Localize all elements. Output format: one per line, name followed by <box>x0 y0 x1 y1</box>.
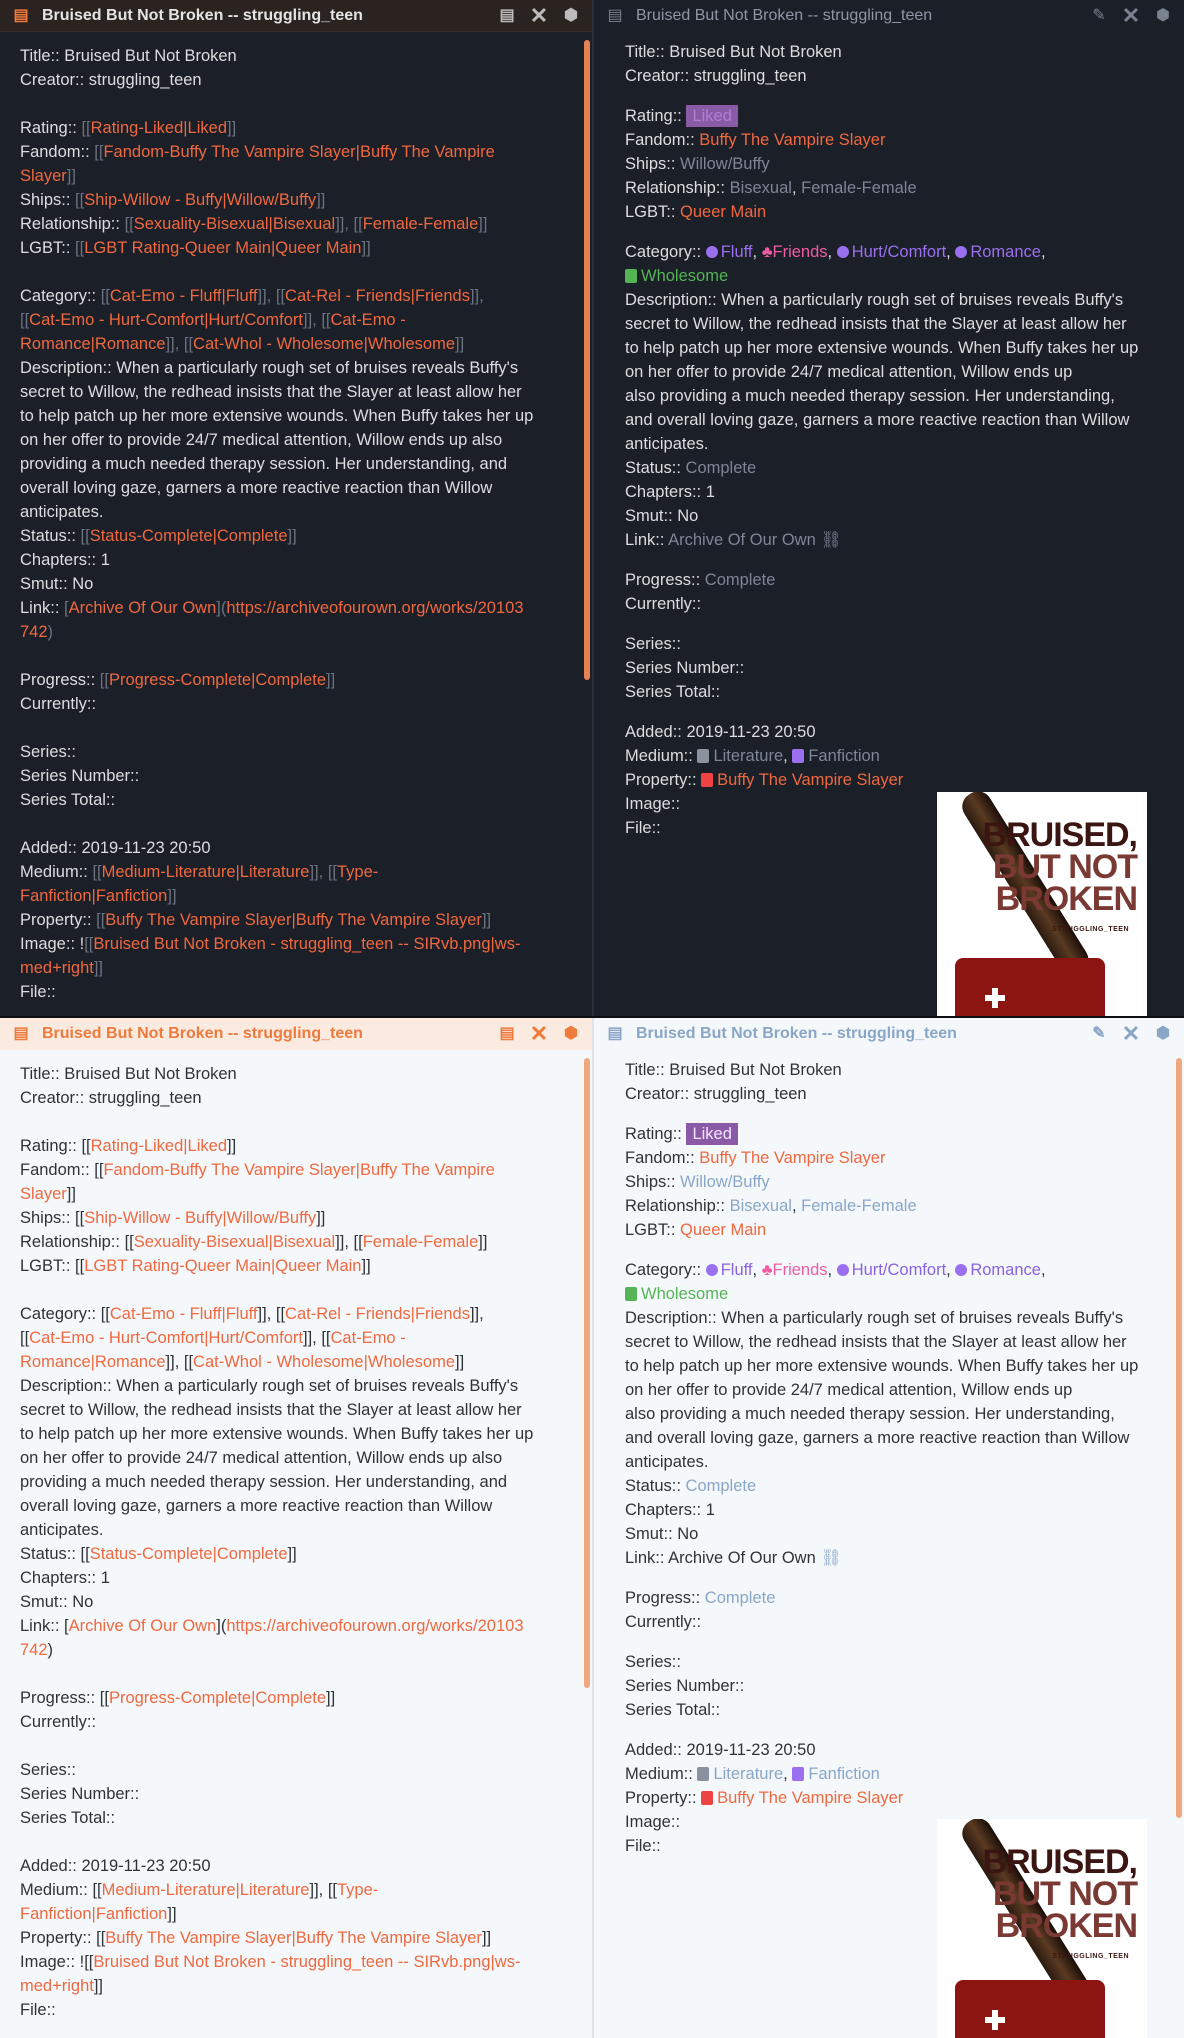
file-icon: ▤ <box>13 6 29 24</box>
sad-face-icon <box>836 246 849 258</box>
preview-pane-light: ▤ Bruised But Not Broken -- struggling_t… <box>592 1018 1184 2038</box>
link-text[interactable]: Archive Of Our Own <box>69 599 217 617</box>
smiley-icon <box>705 1264 718 1276</box>
series-line: Series:: <box>20 743 76 761</box>
gear-icon[interactable]: ⬢ <box>560 5 582 27</box>
rating-line: Rating:: Liked <box>625 104 1164 128</box>
file-icon: ▤ <box>13 1025 29 1042</box>
scrollbar[interactable] <box>584 40 590 680</box>
series-total-line: Series Total:: <box>20 791 116 809</box>
pencil-icon[interactable]: ✎ <box>1088 1023 1110 1045</box>
rating-badge[interactable]: Liked <box>686 105 738 127</box>
tab-title: Bruised But Not Broken -- struggling_tee… <box>42 1025 363 1042</box>
gear-icon[interactable]: ⬢ <box>1152 1023 1174 1045</box>
sad-face-icon <box>836 1264 849 1276</box>
reading-view-icon[interactable]: ▤ <box>496 1023 518 1045</box>
smiley-icon <box>705 246 718 258</box>
close-icon[interactable]: ✕ <box>1120 4 1142 28</box>
medium-line: Medium:: [[Medium-Literature|Literature]… <box>20 863 379 881</box>
cover-image: BRUISED, BUT NOT BROKEN STRUGGLING_TEEN <box>937 1819 1147 2038</box>
book-icon <box>697 1767 710 1781</box>
link-url[interactable]: https://archiveofourown.org/works/20103 <box>226 599 523 617</box>
tv-icon <box>701 1791 714 1805</box>
close-icon[interactable]: ✕ <box>528 1022 550 1046</box>
rating-badge[interactable]: Liked <box>686 1123 738 1145</box>
description-line: Description:: When a particularly rough … <box>20 359 519 377</box>
tab-title: Bruised But Not Broken -- struggling_tee… <box>42 6 363 24</box>
ships-link[interactable]: Ship-Willow - Buffy|Willow/Buffy <box>84 191 316 209</box>
preview-content: Title:: Bruised But Not Broken Creator::… <box>594 32 1184 840</box>
gear-icon[interactable]: ⬢ <box>560 1023 582 1045</box>
category-line: Category:: Fluff, ♣Friends, Hurt/Comfort… <box>625 243 1046 261</box>
file-icon: ▤ <box>607 1025 623 1042</box>
heart-face-icon <box>955 246 968 258</box>
image-line: Image:: ![[Bruised But Not Broken - stru… <box>20 935 521 953</box>
preview-content: Title:: Bruised But Not Broken Creator::… <box>625 1061 1139 1855</box>
chapters-line: Chapters:: 1 <box>20 551 110 569</box>
added-line: Added:: 2019-11-23 20:50 <box>20 839 211 857</box>
cover-image: BRUISED, BUT NOT BROKEN STRUGGLING_TEEN <box>937 792 1147 1016</box>
file-line: File:: <box>20 983 56 1001</box>
preview-pane-dark: ▤ Bruised But Not Broken -- struggling_t… <box>592 0 1184 1016</box>
creator-line: Creator:: struggling_teen <box>20 71 202 89</box>
rating-line: Rating:: [[Rating-Liked|Liked]] <box>20 119 237 137</box>
tab-title: Bruised But Not Broken -- struggling_tee… <box>636 1025 957 1042</box>
relationship-line: Relationship:: [[Sexuality-Bisexual|Bise… <box>20 215 488 233</box>
tv-icon <box>701 773 714 787</box>
book-icon <box>792 1767 805 1781</box>
tab-header[interactable]: ▤ Bruised But Not Broken -- struggling_t… <box>0 1018 592 1050</box>
file-icon: ▤ <box>607 7 623 24</box>
fandom-link[interactable]: Fandom-Buffy The Vampire Slayer|Buffy Th… <box>103 143 494 161</box>
gift-icon <box>625 1287 637 1301</box>
book-icon <box>792 749 805 763</box>
tab-header[interactable]: ▤ Bruised But Not Broken -- struggling_t… <box>594 1018 1184 1050</box>
status-line: Status:: [[Status-Complete|Complete]] <box>20 527 297 545</box>
ships-line: Ships:: [[Ship-Willow - Buffy|Willow/Buf… <box>20 191 326 209</box>
external-link[interactable]: Archive Of Our Own <box>668 1549 816 1567</box>
pencil-icon[interactable]: ✎ <box>1088 5 1110 27</box>
currently-line: Currently:: <box>20 695 97 713</box>
scrollbar[interactable] <box>584 1058 590 1688</box>
reading-view-icon[interactable]: ▤ <box>496 5 518 27</box>
people-icon: ♣ <box>761 243 773 261</box>
external-link-icon: ⛓ <box>815 1549 842 1567</box>
book-icon <box>697 749 710 763</box>
external-link-icon: ⛓ <box>815 531 842 549</box>
external-link[interactable]: Archive Of Our Own <box>668 531 816 549</box>
fandom-link[interactable]: Buffy The Vampire Slayer <box>699 131 885 149</box>
heart-face-icon <box>955 1264 968 1276</box>
link-line: Link:: [Archive Of Our Own](https://arch… <box>20 599 524 617</box>
gear-icon[interactable]: ⬢ <box>1152 5 1174 27</box>
gift-icon <box>625 269 637 283</box>
scrollbar[interactable] <box>1176 1058 1182 1818</box>
ships-link[interactable]: Willow/Buffy <box>680 155 770 173</box>
fandom-line: Fandom:: [[Fandom-Buffy The Vampire Slay… <box>20 143 495 161</box>
source-pane-dark: ▤ Bruised But Not Broken -- struggling_t… <box>0 0 592 1016</box>
tab-header[interactable]: ▤ Bruised But Not Broken -- struggling_t… <box>594 0 1184 32</box>
tab-title: Bruised But Not Broken -- struggling_tee… <box>636 7 933 24</box>
series-number-line: Series Number:: <box>20 767 140 785</box>
smut-line: Smut:: No <box>20 575 94 593</box>
editor-content[interactable]: Title:: Bruised But Not Broken Creator::… <box>0 1050 592 2022</box>
editor-content[interactable]: Title:: Bruised But Not Broken Creator::… <box>0 32 592 1004</box>
people-icon: ♣ <box>761 1261 773 1279</box>
progress-line: Progress:: [[Progress-Complete|Complete]… <box>20 671 336 689</box>
source-pane-light: ▤ Bruised But Not Broken -- struggling_t… <box>0 1018 592 2038</box>
property-line: Property:: [[Buffy The Vampire Slayer|Bu… <box>20 911 492 929</box>
rating-link[interactable]: Rating-Liked|Liked <box>91 119 227 137</box>
category-line: Category:: [[Cat-Emo - Fluff|Fluff]], [[… <box>20 287 484 305</box>
relationship-link-1[interactable]: Sexuality-Bisexual|Bisexual <box>134 215 335 233</box>
relationship-link-2[interactable]: Female-Female <box>363 215 479 233</box>
close-icon[interactable]: ✕ <box>1120 1022 1142 1046</box>
title-line: Title:: Bruised But Not Broken <box>20 47 237 65</box>
lgbt-line: LGBT:: [[LGBT Rating-Queer Main|Queer Ma… <box>20 239 371 257</box>
close-icon[interactable]: ✕ <box>528 3 550 27</box>
lgbt-link[interactable]: LGBT Rating-Queer Main|Queer Main <box>84 239 361 257</box>
tab-header[interactable]: ▤ Bruised But Not Broken -- struggling_t… <box>0 0 592 32</box>
